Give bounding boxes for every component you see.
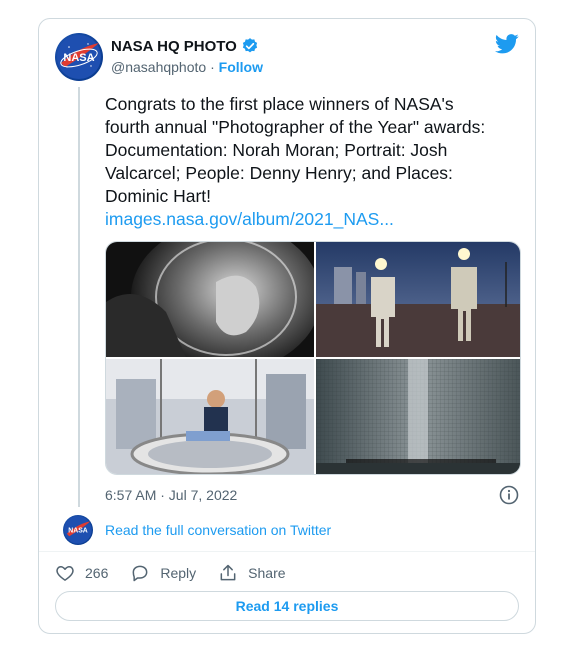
thread-line (78, 87, 80, 507)
svg-text:NASA: NASA (68, 528, 87, 535)
read-replies-button[interactable]: Read 14 replies (55, 591, 519, 621)
heart-icon (56, 566, 74, 581)
reply-button[interactable]: Reply (130, 563, 196, 583)
twitter-bird-icon[interactable] (495, 33, 519, 55)
tweet-text: Congrats to the first place winners of N… (105, 94, 486, 206)
small-avatar[interactable]: NASA (63, 515, 93, 545)
divider (39, 551, 535, 552)
action-bar: 266 Reply Share (55, 563, 308, 583)
verified-badge-icon (242, 38, 257, 53)
tweet-timestamp[interactable]: 6:57 AM · Jul 7, 2022 (105, 487, 237, 503)
media-spacesuits-night[interactable] (316, 242, 520, 357)
share-label: Share (248, 565, 286, 581)
reply-label: Reply (160, 565, 197, 581)
handle-row: @nasahqphoto · Follow (111, 59, 263, 75)
like-button[interactable]: 266 (55, 563, 108, 583)
media-grid (105, 241, 521, 475)
nasa-logo-icon: NASA (57, 35, 101, 79)
media-large-hall[interactable] (316, 359, 520, 474)
avatar[interactable]: NASA (55, 33, 103, 81)
nasa-logo-small-icon: NASA (64, 516, 92, 544)
author-name[interactable]: NASA HQ PHOTO (111, 38, 237, 55)
tweet-link[interactable]: images.nasa.gov/album/2021_NAS... (105, 209, 394, 230)
share-upload-icon (220, 564, 236, 581)
large-hall-photo-icon (316, 359, 520, 474)
spacesuit-night-photo-icon (316, 242, 520, 357)
info-icon[interactable] (499, 485, 519, 505)
media-worker-ring[interactable] (106, 359, 314, 474)
tweet-card: NASA NASA HQ PHOTO @nasahqphoto · Follow… (38, 18, 536, 634)
author-handle[interactable]: @nasahqphoto (111, 59, 206, 75)
read-full-conversation-link[interactable]: Read the full conversation on Twitter (105, 522, 331, 538)
astronaut-portrait-photo-icon (106, 242, 314, 357)
like-count: 266 (85, 565, 109, 581)
media-astronaut-portrait[interactable] (106, 242, 314, 357)
worker-in-ring-photo-icon (106, 359, 314, 474)
follow-link[interactable]: Follow (219, 59, 263, 75)
svg-text:NASA: NASA (63, 52, 94, 64)
author-name-row: NASA HQ PHOTO (111, 37, 259, 55)
separator-dot: · (210, 59, 215, 75)
reply-bubble-icon (132, 565, 148, 582)
share-button[interactable]: Share (218, 563, 286, 583)
